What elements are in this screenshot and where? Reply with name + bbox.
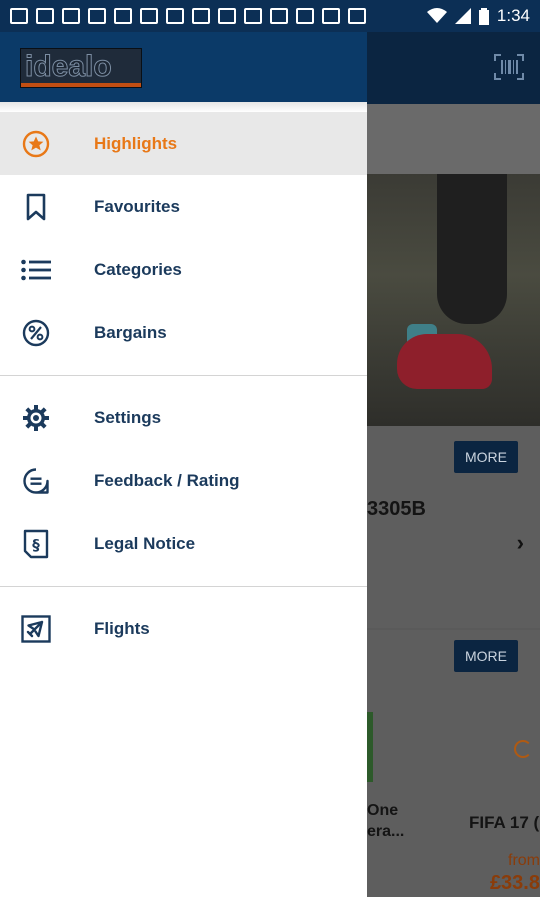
airplane-icon bbox=[21, 614, 51, 644]
product-section: MORE One era... FIFA 17 ( from £33.8 bbox=[367, 630, 540, 897]
square-icon bbox=[270, 8, 288, 24]
product-thumbnail[interactable] bbox=[367, 712, 373, 782]
menu-item-settings[interactable]: Settings bbox=[0, 386, 367, 449]
menu-item-label: Flights bbox=[94, 618, 150, 638]
menu-item-label: Feedback / Rating bbox=[94, 470, 240, 490]
menu-item-categories[interactable]: Categories bbox=[0, 238, 367, 301]
idealo-logo: idealo bbox=[20, 48, 142, 88]
barcode-scanner-icon[interactable] bbox=[494, 54, 524, 80]
product-name-line1: One bbox=[367, 802, 399, 819]
square-icon bbox=[140, 8, 158, 24]
bookmark-icon bbox=[21, 192, 51, 222]
svg-text:§: § bbox=[32, 536, 40, 554]
navigation-drawer: idealo Highlights Favourites Categories … bbox=[0, 32, 367, 897]
square-icon bbox=[192, 8, 210, 24]
menu-item-label: Favourites bbox=[94, 196, 180, 216]
chevron-right-icon[interactable]: › bbox=[517, 530, 524, 556]
percent-circle-icon bbox=[21, 318, 51, 348]
message-icon bbox=[10, 8, 28, 24]
divider bbox=[0, 375, 367, 376]
price-prefix: from bbox=[508, 852, 540, 869]
menu-item-feedback-rating[interactable]: Feedback / Rating bbox=[0, 449, 367, 512]
more-button[interactable]: MORE bbox=[454, 441, 518, 473]
product-code: 3305B bbox=[367, 498, 426, 520]
square-icon bbox=[218, 8, 236, 24]
menu-item-label: Categories bbox=[94, 259, 182, 279]
gear-icon bbox=[21, 403, 51, 433]
battery-icon bbox=[478, 7, 489, 25]
square-icon bbox=[36, 8, 54, 24]
menu-item-label: Settings bbox=[94, 407, 162, 427]
menu-item-legal-notice[interactable]: § Legal Notice bbox=[0, 512, 367, 575]
menu-item-label: Bargains bbox=[94, 322, 167, 342]
list-icon bbox=[21, 255, 51, 285]
product-card[interactable]: MORE 3305B › bbox=[367, 426, 540, 628]
menu-item-label: Legal Notice bbox=[94, 533, 196, 553]
menu-item-label: Highlights bbox=[94, 133, 178, 153]
more-button[interactable]: MORE bbox=[454, 640, 518, 672]
square-icon bbox=[348, 8, 366, 24]
signal-icon bbox=[454, 8, 471, 24]
square-icon bbox=[296, 8, 314, 24]
product-price: £33.8 bbox=[489, 872, 540, 894]
status-bar: 1:34 bbox=[0, 0, 540, 32]
square-icon bbox=[166, 8, 184, 24]
highlight-banner-image[interactable] bbox=[367, 174, 540, 426]
square-icon bbox=[244, 8, 262, 24]
paragraph-icon: § bbox=[21, 529, 51, 559]
product-name: FIFA 17 ( bbox=[469, 813, 540, 832]
star-circle-icon bbox=[21, 129, 51, 159]
menu-item-flights[interactable]: Flights bbox=[0, 597, 367, 660]
square-icon bbox=[62, 8, 80, 24]
notification-icons bbox=[10, 8, 366, 24]
wifi-icon bbox=[426, 8, 447, 23]
menu-item-favourites[interactable]: Favourites bbox=[0, 175, 367, 238]
square-icon bbox=[88, 8, 106, 24]
loading-spinner-icon bbox=[514, 740, 532, 758]
drawer-header: idealo bbox=[0, 32, 367, 102]
status-time: 1:34 bbox=[496, 6, 530, 25]
divider bbox=[0, 586, 367, 587]
logo-text: idealo bbox=[25, 50, 113, 84]
square-icon bbox=[114, 8, 132, 24]
menu-item-highlights[interactable]: Highlights bbox=[0, 112, 367, 175]
square-icon bbox=[322, 8, 340, 24]
product-name-line2: era... bbox=[367, 823, 405, 840]
chat-bubble-icon bbox=[21, 466, 51, 496]
menu-item-bargains[interactable]: Bargains bbox=[0, 301, 367, 364]
